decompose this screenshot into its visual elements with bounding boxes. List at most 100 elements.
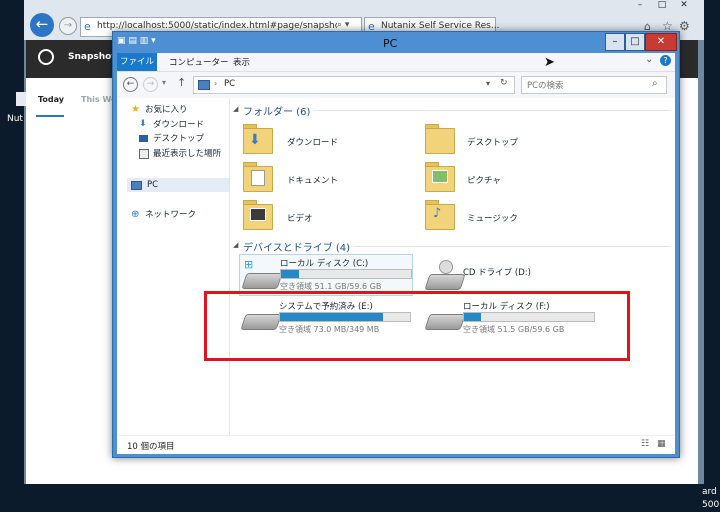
- location-text: PC: [224, 79, 236, 89]
- browser-close[interactable]: ✕: [676, 1, 692, 11]
- document-page-icon: [251, 170, 265, 186]
- details-view-icon[interactable]: ☷: [641, 439, 649, 449]
- search-icon: ⌕: [652, 78, 658, 89]
- folder-desktop-icon: [425, 128, 455, 154]
- nav-favorites[interactable]: お気に入り: [145, 103, 188, 117]
- browser-maximize[interactable]: □: [654, 1, 670, 11]
- folder-item[interactable]: ⬇ ダウンロード: [241, 120, 411, 154]
- picture-icon: [432, 170, 448, 183]
- folder-item[interactable]: ビデオ: [241, 196, 411, 230]
- recent-places-icon: [139, 149, 149, 159]
- help-icon[interactable]: ?: [660, 55, 671, 66]
- qat-icons[interactable]: ▣ ▤ ▥ ▾: [117, 36, 156, 46]
- folder-label: ドキュメント: [287, 176, 339, 186]
- windows-logo-icon: ⊞: [244, 258, 254, 271]
- ribbon-tabs: ファイル コンピューター 表示 ⌄ ?: [117, 53, 675, 72]
- address-row: ← → ▾ ↑ › PC ▾ ↻ PCの検索 ⌕: [117, 72, 675, 98]
- drive-c-name: ローカル ディスク (C:): [280, 259, 369, 269]
- folder-item[interactable]: ドキュメント: [241, 158, 411, 192]
- tiles-view-icon[interactable]: ▦: [657, 439, 666, 449]
- back-button[interactable]: ←: [30, 13, 54, 37]
- pane-divider[interactable]: [229, 98, 230, 435]
- url-text: http://localhost:5000/static/index.html#…: [97, 21, 337, 31]
- download-arrow-icon: ⬇: [249, 132, 261, 148]
- corner-text-2: 500: [702, 500, 720, 510]
- side-icon: [16, 92, 26, 106]
- tab-file[interactable]: ファイル: [117, 53, 157, 71]
- film-icon: [250, 208, 266, 221]
- network-icon: ⊕: [131, 209, 140, 220]
- tab-computer[interactable]: コンピューター: [169, 56, 229, 68]
- drive-d-name: CD ドライブ (D:): [463, 268, 531, 278]
- refresh-icon[interactable]: ↻: [500, 78, 508, 88]
- music-note-icon: ♪: [433, 206, 442, 221]
- drive-c-usage-fill: [281, 270, 299, 278]
- history-dropdown-icon[interactable]: ▾: [162, 78, 166, 87]
- folder-label: ピクチャ: [467, 176, 501, 186]
- folders-header-line: [313, 110, 671, 111]
- drives-collapse-icon[interactable]: ◢: [233, 241, 238, 249]
- folder-item[interactable]: ピクチャ: [423, 158, 593, 192]
- favorites-star-icon: ★: [131, 104, 140, 115]
- explorer-window: ▣ ▤ ▥ ▾ PC – □ ✕ ファイル コンピューター 表示 ⌄ ? ← →…: [112, 31, 680, 458]
- side-text: Nut: [7, 114, 23, 124]
- forward-arrow-icon[interactable]: →: [143, 77, 158, 92]
- status-bar: 10 個の項目 ☷ ▦: [117, 435, 675, 454]
- search-placeholder: PCの検索: [527, 81, 564, 91]
- download-icon: ⬇: [139, 119, 147, 129]
- folder-label: ダウンロード: [287, 138, 339, 148]
- nav-pc: PC: [147, 180, 159, 190]
- highlight-box: [204, 291, 630, 361]
- forward-button[interactable]: →: [59, 17, 77, 35]
- nav-network[interactable]: ネットワーク: [145, 208, 196, 222]
- drive-d[interactable]: CD ドライブ (D:): [421, 254, 593, 294]
- close-button[interactable]: ✕: [645, 33, 677, 51]
- search-box[interactable]: PCの検索 ⌕: [521, 76, 667, 94]
- back-arrow-icon[interactable]: ←: [123, 77, 138, 92]
- content-pane: ◢ フォルダー (6) ⬇ ダウンロード デスクトップ ドキュメント ピクチャ …: [233, 98, 675, 435]
- mouse-cursor-icon: ➤: [544, 55, 555, 70]
- nav-recent-places[interactable]: 最近表示した場所: [153, 147, 221, 161]
- folder-item[interactable]: デスクトップ: [423, 120, 593, 154]
- maximize-button[interactable]: □: [625, 33, 645, 51]
- ribbon-expand-icon[interactable]: ⌄: [645, 54, 653, 65]
- nav-pc-row[interactable]: PC: [127, 178, 229, 192]
- desktop-icon: [139, 135, 148, 142]
- folder-item[interactable]: ♪ ミュージック: [423, 196, 593, 230]
- explorer-body: ★ お気に入り ⬇ ダウンロード デスクトップ 最近表示した場所 PC ⊕ ネッ…: [117, 98, 675, 435]
- search-icon[interactable]: ⌕ ▾: [337, 20, 349, 30]
- location-dropdown-icon[interactable]: ▾: [486, 79, 490, 88]
- drives-header-line: [353, 246, 671, 247]
- drive-c[interactable]: ⊞ ローカル ディスク (C:) 空き領域 51.1 GB/59.6 GB: [239, 254, 413, 296]
- hard-drive-icon: [241, 273, 283, 289]
- tab-today[interactable]: Today: [38, 95, 64, 104]
- clock-icon: [38, 49, 54, 65]
- folder-label: ビデオ: [287, 214, 313, 224]
- pc-icon: [198, 80, 210, 90]
- drives-header: デバイスとドライブ (4): [243, 243, 351, 254]
- up-arrow-icon[interactable]: ↑: [177, 76, 186, 89]
- breadcrumb-sep-icon: ›: [214, 79, 218, 88]
- cd-disc-icon: [439, 260, 453, 274]
- folders-header: フォルダー (6): [243, 107, 311, 118]
- drive-c-usage-bar: [280, 269, 412, 279]
- folders-collapse-icon[interactable]: ◢: [233, 105, 238, 113]
- gear-icon[interactable]: ⚙: [679, 19, 690, 33]
- pc-icon: [131, 181, 142, 190]
- location-box[interactable]: › PC ▾ ↻: [193, 76, 515, 94]
- tab-view[interactable]: 表示: [233, 56, 250, 68]
- corner-text-1: ard: [702, 487, 717, 497]
- tab-title: Nutanix Self Service Res...: [381, 21, 500, 31]
- tab-today-underline: [36, 115, 64, 117]
- window-title: PC: [383, 37, 398, 50]
- navigation-pane: ★ お気に入り ⬇ ダウンロード デスクトップ 最近表示した場所 PC ⊕ ネッ…: [117, 98, 229, 435]
- ie-icon: e: [84, 20, 91, 33]
- nav-downloads[interactable]: ダウンロード: [153, 118, 204, 132]
- item-count: 10 個の項目: [127, 442, 175, 452]
- minimize-button[interactable]: –: [605, 33, 625, 51]
- browser-minimize[interactable]: –: [632, 1, 648, 11]
- cd-drive-icon: [424, 274, 466, 290]
- nav-desktop[interactable]: デスクトップ: [153, 132, 204, 146]
- folder-label: デスクトップ: [467, 138, 519, 148]
- folder-label: ミュージック: [467, 214, 518, 224]
